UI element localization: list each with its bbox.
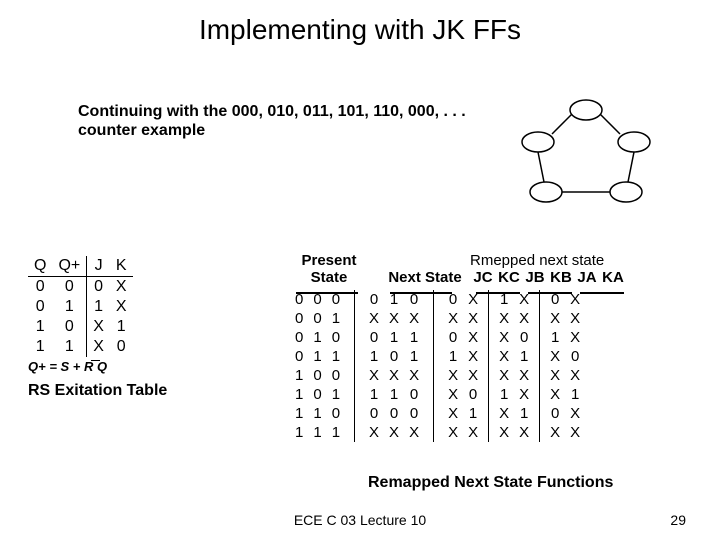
table-row: 0111011XX1X0 <box>290 347 585 366</box>
table-row: 101110X01XX1 <box>290 385 585 404</box>
table-row: 111XXXXXXXXX <box>290 423 585 442</box>
main-data-rows: 0000100X1X0X001XXXXXXXXX0100110XX01X0111… <box>290 290 585 442</box>
col-present: Present State <box>290 253 368 286</box>
rs-excitation-table: Q Q+ J K 000X 011X 10X1 11X0 Q+ = S + R … <box>28 256 167 400</box>
footer-lecture: ECE C 03 Lecture 10 <box>0 512 720 528</box>
table-row: 100XXXXXXXXX <box>290 366 585 385</box>
rs-equation: Q+ = S + R Q <box>28 359 167 374</box>
state-diagram <box>516 92 656 222</box>
footer-page: 29 <box>670 512 686 528</box>
table-row: 0100110XX01X <box>290 328 585 347</box>
state-transition-table: Present State Next State Rmepped next st… <box>290 252 626 442</box>
table-row: 001XXXXXXXXX <box>290 309 585 328</box>
rs-caption: RS Exitation Table <box>28 382 167 400</box>
subtitle: Continuing with the 000, 010, 011, 101, … <box>78 102 498 140</box>
table-row: 110000X1X10X <box>290 404 585 423</box>
remap-caption: Remapped Next State Functions <box>368 474 613 492</box>
col-remapped: Rmepped next state <box>470 252 626 269</box>
page-title: Implementing with JK FFs <box>0 14 720 46</box>
col-next: Next State <box>386 270 464 287</box>
